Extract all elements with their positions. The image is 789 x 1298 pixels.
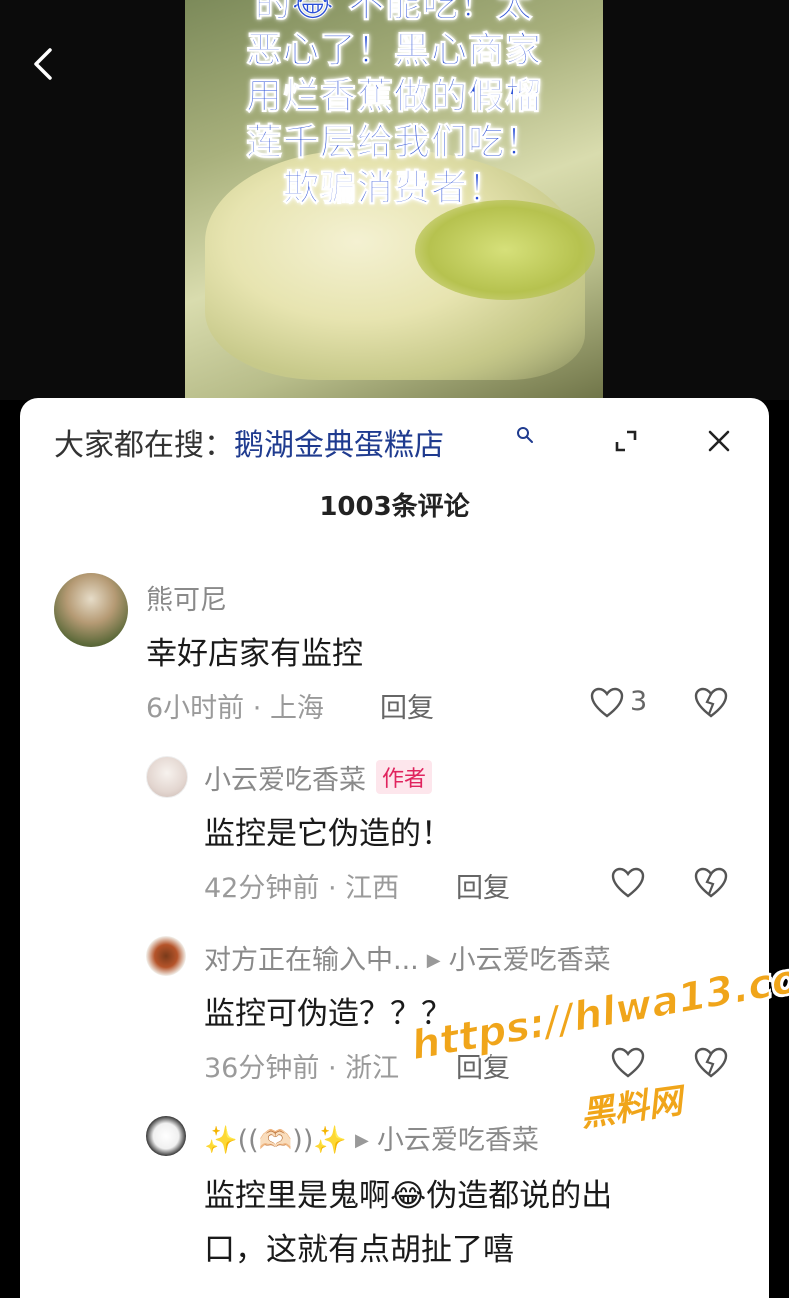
like-count: 3 [630, 686, 648, 717]
reply-arrow-icon: ▶ [426, 950, 441, 971]
reply-text: 监控是它伪造的！ [204, 816, 452, 852]
back-arrow-icon[interactable] [28, 44, 58, 84]
reply-username-text[interactable]: ✨((🫶🏻))✨ [204, 1125, 347, 1156]
dislike-broken-heart-icon[interactable] [694, 867, 728, 899]
like-heart-icon[interactable] [590, 687, 624, 719]
author-badge: 作者 [376, 760, 433, 794]
reply-text-line: 口，这就有点胡扯了嘻 [204, 1232, 514, 1268]
reply-meta: 36分钟前 · 浙江 [204, 1053, 400, 1084]
reply-location: 浙江 [345, 1053, 400, 1084]
video-frame: 的😂 不能吃！太 恶心了！黑心商家 用烂香蕉做的假榴 莲千层给我们吃！ 欺骗消费… [185, 0, 603, 400]
close-icon[interactable] [706, 428, 732, 454]
search-icon[interactable] [516, 426, 534, 444]
reply-username-text[interactable]: 对方正在输入中... [204, 945, 419, 976]
like-heart-icon[interactable] [611, 867, 645, 899]
comment-time: 6小时前 [146, 693, 245, 724]
reply-location: 江西 [345, 873, 400, 904]
reply-username[interactable]: 对方正在输入中... ▶ 小云爱吃香菜 [204, 938, 611, 977]
avatar[interactable] [146, 756, 188, 798]
search-prefix: 大家都在搜： [54, 428, 234, 463]
reply-button[interactable]: 回复 [380, 686, 434, 725]
video-caption: 的😂 不能吃！太 恶心了！黑心商家 用烂香蕉做的假榴 莲千层给我们吃！ 欺骗消费… [185, 0, 603, 212]
expand-icon[interactable] [614, 429, 638, 453]
avatar[interactable] [146, 1116, 186, 1156]
comment-meta: 6小时前 · 上海 [146, 693, 324, 724]
comments-sheet: 大家都在搜：鹅湖金典蛋糕店 1003条评论 熊可尼 幸好店家有监控 6小时前 ·… [20, 398, 769, 1298]
search-keyword[interactable]: 鹅湖金典蛋糕店 [234, 428, 444, 463]
reply-time: 42分钟前 [204, 873, 320, 904]
comment-text: 幸好店家有监控 [146, 636, 363, 672]
reply-meta: 42分钟前 · 江西 [204, 873, 400, 904]
video-area[interactable]: 的😂 不能吃！太 恶心了！黑心商家 用烂香蕉做的假榴 莲千层给我们吃！ 欺骗消费… [0, 0, 789, 400]
comment-location: 上海 [269, 693, 324, 724]
reply-to-username[interactable]: 小云爱吃香菜 [449, 945, 611, 976]
avatar[interactable] [146, 936, 186, 976]
dislike-broken-heart-icon[interactable] [694, 687, 728, 719]
caption-line: 用烂香蕉做的假榴 [245, 76, 542, 118]
comment-count: 1003条评论 [319, 492, 470, 522]
comment-username[interactable]: 熊可尼 [146, 578, 227, 617]
reply-button[interactable]: 回复 [456, 866, 510, 905]
avatar[interactable] [54, 573, 128, 647]
caption-line: 的😂 不能吃！太 [254, 0, 534, 26]
food-image-highlight [415, 200, 595, 300]
dislike-broken-heart-icon[interactable] [694, 1047, 728, 1079]
reply-text-line: 监控里是鬼啊😂伪造都说的出 [204, 1178, 613, 1214]
reply-username-text[interactable]: 小云爱吃香菜 [204, 765, 366, 796]
reply-time: 36分钟前 [204, 1053, 320, 1084]
caption-line: 恶心了！黑心商家 [245, 30, 542, 72]
reply-username[interactable]: 小云爱吃香菜 作者 [204, 758, 433, 797]
caption-line: 莲千层给我们吃！ [245, 122, 542, 164]
like-heart-icon[interactable] [611, 1047, 645, 1079]
reply-username[interactable]: ✨((🫶🏻))✨ ▶ 小云爱吃香菜 [204, 1118, 539, 1157]
search-suggestion[interactable]: 大家都在搜：鹅湖金典蛋糕店 [54, 420, 444, 464]
caption-line: 欺骗消费者！ [282, 168, 505, 210]
reply-arrow-icon: ▶ [355, 1130, 369, 1151]
reply-to-username[interactable]: 小云爱吃香菜 [377, 1125, 539, 1156]
